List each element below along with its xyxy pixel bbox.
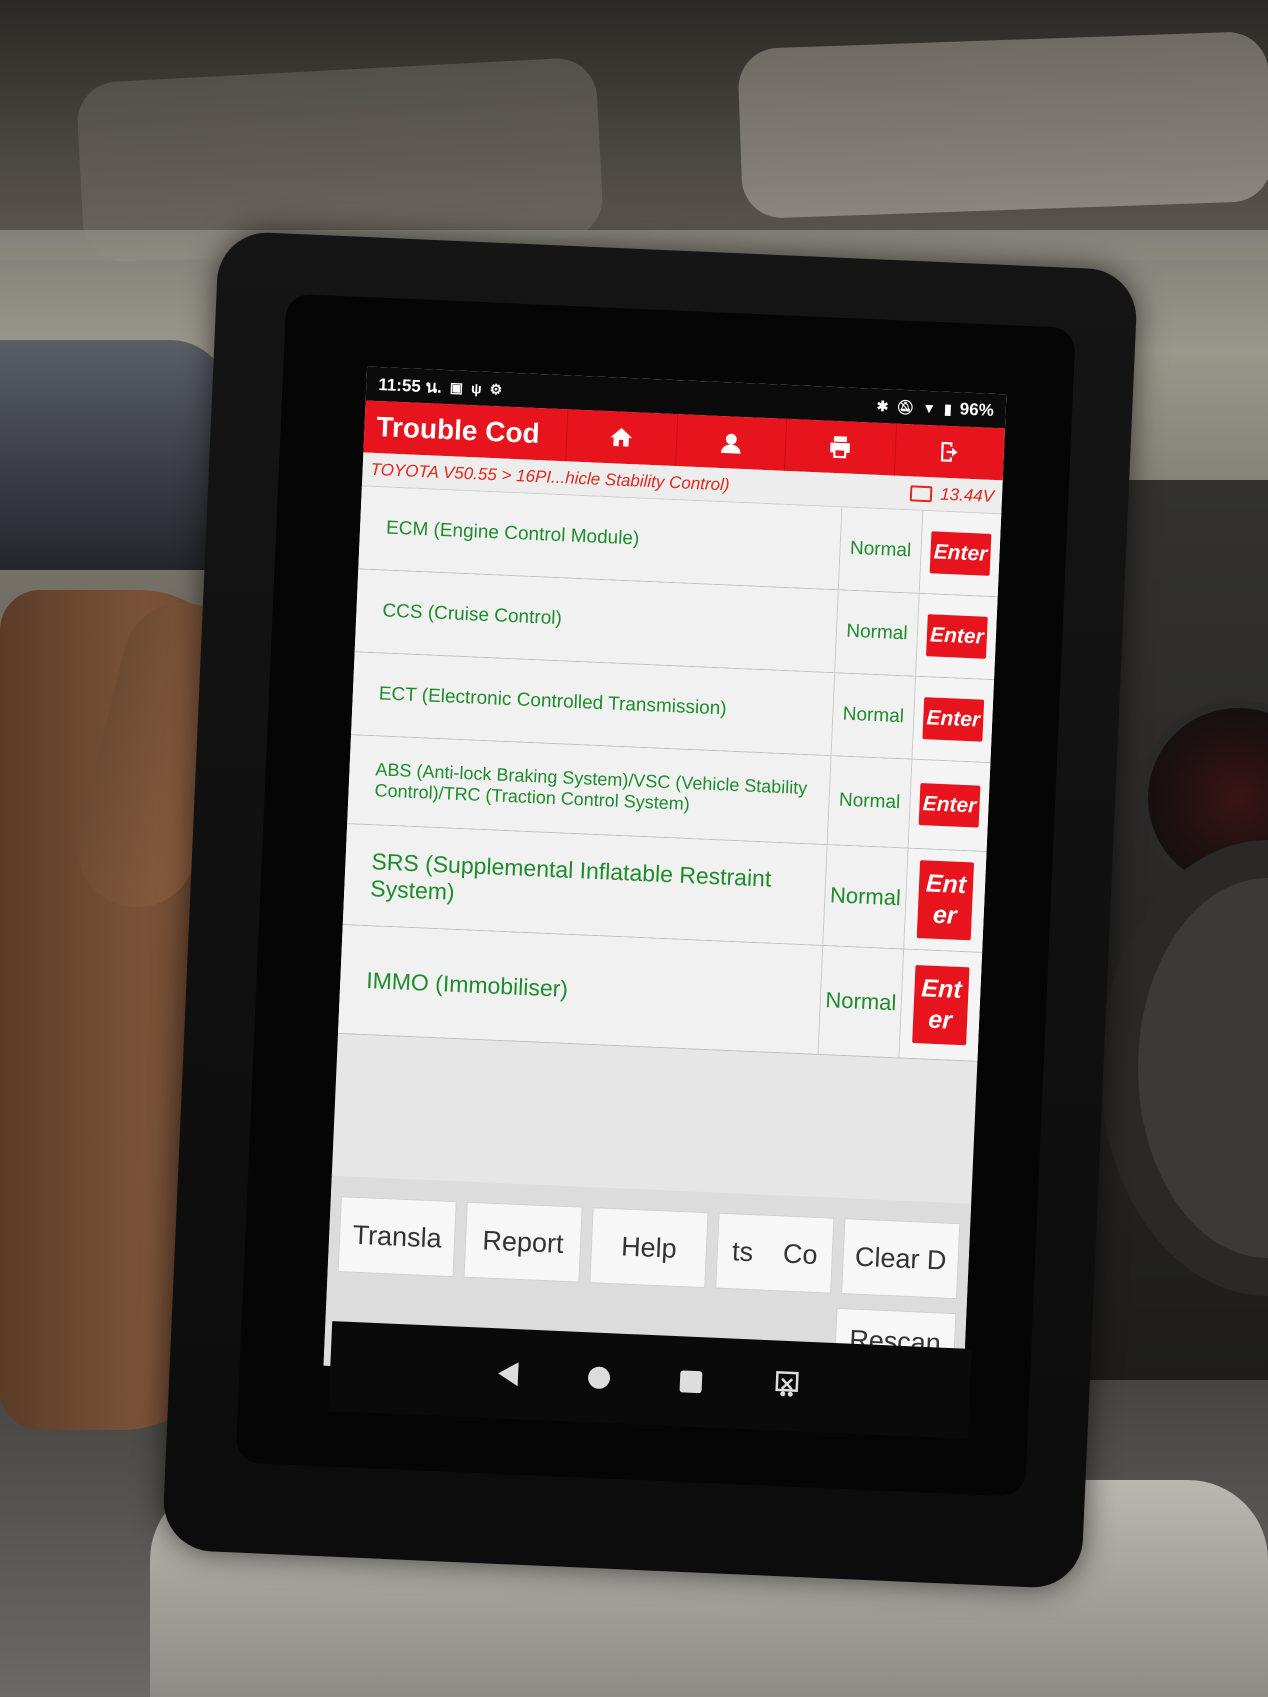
voltage-indicator: 13.44V [909, 483, 995, 507]
translate-button[interactable]: Transla [337, 1196, 457, 1278]
system-status: Normal [835, 590, 920, 676]
battery-level: 96% [959, 399, 995, 420]
enter-button[interactable]: Enter [918, 782, 981, 828]
usb-icon: ψ [470, 380, 483, 397]
exit-button[interactable] [893, 423, 1006, 481]
diagnostic-shortcut-icon[interactable] [771, 1368, 802, 1404]
car-battery-icon [909, 484, 933, 502]
battery-icon: ▮ [943, 400, 953, 417]
mute-icon: 🔕︎ [896, 398, 915, 415]
voltage-value: 13.44V [939, 484, 995, 506]
enter-button[interactable]: Enter [929, 531, 992, 576]
tablet-screen: 11:55 น. ▣ ψ ⚙ ✱ 🔕︎ ▼ ▮ 96% Trouble Cod [323, 366, 1007, 1394]
help-button[interactable]: Help [589, 1207, 709, 1289]
vci-icon [775, 1370, 799, 1397]
sun-visor-right [737, 30, 1268, 220]
enter-button[interactable]: Enter [916, 859, 975, 941]
report-button[interactable]: Report [463, 1201, 583, 1283]
page-title: Trouble Cod [375, 410, 541, 450]
settings-icon: ⚙ [489, 380, 503, 397]
print-button[interactable] [783, 418, 896, 476]
home-button[interactable] [565, 409, 677, 467]
system-status: Normal [818, 945, 905, 1058]
parked-car [0, 340, 230, 570]
enter-button[interactable]: Enter [912, 964, 970, 1046]
clear-dtc-button[interactable]: Clear D [841, 1218, 961, 1300]
technician-button[interactable] [674, 414, 787, 471]
exit-icon [940, 441, 958, 462]
technician-icon [720, 433, 741, 454]
system-list: ECM (Engine Control Module) Normal Enter… [337, 486, 1002, 1062]
system-status: Normal [823, 845, 909, 949]
system-status: Normal [827, 756, 913, 848]
home-icon [610, 427, 633, 447]
enter-button[interactable]: Enter [926, 614, 988, 659]
back-icon[interactable] [497, 1361, 519, 1387]
system-name: SRS (Supplemental Inflatable Restraint S… [342, 824, 828, 945]
components-button[interactable]: ts Co [715, 1212, 835, 1294]
clock: 11:55 น. [377, 374, 443, 397]
system-status: Normal [838, 507, 924, 593]
wifi-icon: ▼ [921, 399, 937, 417]
home-circle-icon[interactable] [587, 1366, 611, 1390]
system-status: Normal [831, 673, 917, 759]
notification-icon: ▣ [449, 378, 464, 396]
print-icon [830, 436, 851, 459]
recent-apps-icon[interactable] [679, 1370, 703, 1394]
system-name: IMMO (Immobiliser) [338, 924, 824, 1054]
enter-button[interactable]: Enter [922, 697, 985, 742]
bluetooth-icon: ✱ [876, 397, 889, 414]
